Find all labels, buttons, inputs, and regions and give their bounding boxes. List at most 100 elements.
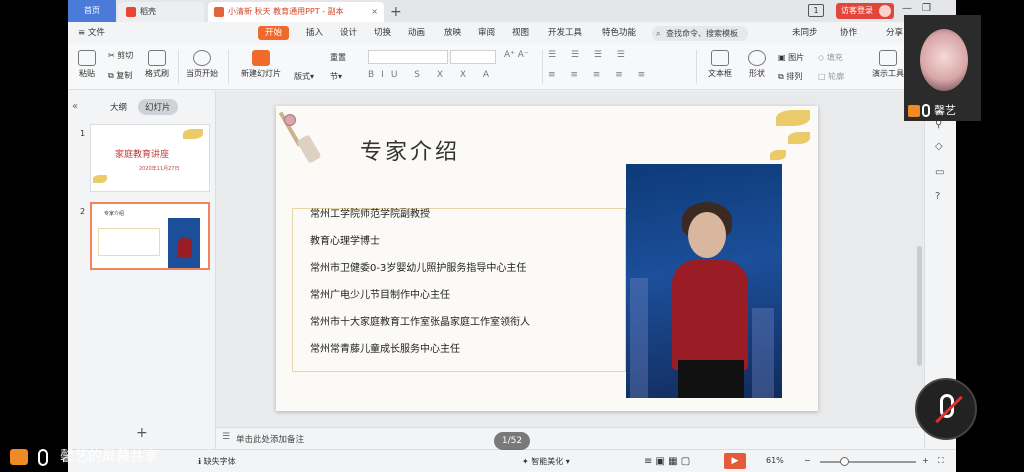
add-slide-button[interactable]: + (136, 425, 148, 441)
collapse-panel-icon[interactable]: « (72, 101, 78, 112)
fit-window-icon[interactable]: ⛶ (938, 456, 944, 466)
zoom-level[interactable]: 61% (766, 456, 784, 465)
mute-toggle-button[interactable] (915, 378, 977, 440)
section-dropdown[interactable]: 节▾ (330, 71, 342, 82)
format-painter-button[interactable]: 格式刷 (142, 50, 172, 79)
minimize-button[interactable]: — (902, 3, 912, 14)
menu-file[interactable]: ≡ 文件 (78, 26, 105, 40)
thumbnail-date: 2020年11月27日 (139, 166, 180, 172)
person-icon (908, 105, 920, 117)
format-painter-label: 格式刷 (145, 69, 169, 78)
arrange-button[interactable]: ⧉ 排列 (778, 71, 802, 82)
paragraph-align-icons[interactable]: ≡ ≡ ≡ ≡ ≡ (548, 70, 651, 80)
new-slide-button[interactable]: 新建幻灯片 (236, 50, 286, 79)
tab-home[interactable]: 首页 (68, 0, 116, 22)
wps-presentation-window: 首页 稻壳 小清新 秋天 教育通用PPT - 副本 × + 1 访客登录 — ❐… (68, 0, 956, 472)
menu-special[interactable]: 特色功能 (602, 26, 636, 40)
missing-font-button[interactable]: ℹ 缺失字体 (198, 456, 236, 467)
textbox-button[interactable]: 文本框 (702, 50, 738, 79)
tab-document[interactable]: 小清新 秋天 教育通用PPT - 副本 × (208, 2, 384, 22)
menu-insert[interactable]: 插入 (306, 26, 323, 40)
zoom-in-icon[interactable]: + (922, 456, 929, 465)
bio-line: 常州市十大家庭教育工作室张晶家庭工作室领衔人 (310, 317, 530, 328)
arrange-label: 排列 (786, 72, 803, 81)
play-from-current-label: 当页开始 (186, 69, 218, 78)
menu-design[interactable]: 设计 (340, 26, 357, 40)
photo-background-building (752, 308, 774, 398)
search-placeholder: 查找命令、搜索模板 (666, 29, 738, 38)
play-icon (193, 50, 211, 66)
slide-number: 2 (80, 207, 86, 216)
tab-daoke[interactable]: 稻壳 (118, 2, 204, 22)
copy-button[interactable]: ⧉ 复制 (108, 70, 132, 81)
layout-dropdown[interactable]: 版式▾ (294, 71, 314, 82)
cut-button[interactable]: ✂ 剪切 (108, 50, 133, 61)
menu-developer[interactable]: 开发工具 (548, 26, 582, 40)
participant-video-tile[interactable]: 馨艺 (904, 15, 981, 121)
reset-button[interactable]: 重置 (330, 52, 346, 63)
notes-pane[interactable]: ☰ 单击此处添加备注 (216, 427, 924, 449)
smart-beautify-button[interactable]: ✦ 智能美化 ▾ (522, 456, 570, 467)
slide-switch-icon[interactable]: ▭ (935, 167, 944, 178)
expert-photo[interactable] (626, 164, 782, 398)
zoom-slider-handle[interactable] (840, 457, 849, 466)
guest-login-button[interactable]: 访客登录 (836, 3, 894, 19)
avatar-icon (879, 5, 891, 17)
picture-button[interactable]: ▣ 图片 (778, 52, 804, 63)
font-family-select[interactable] (368, 50, 448, 64)
new-slide-label: 新建幻灯片 (241, 69, 281, 78)
menu-transition[interactable]: 切换 (374, 26, 391, 40)
screen-share-label: 馨艺的屏幕共享 (4, 444, 158, 470)
restore-button[interactable]: ❐ (922, 3, 931, 14)
copy-label: 复制 (116, 71, 133, 80)
tab-slides[interactable]: 幻灯片 (138, 99, 178, 115)
menu-animation[interactable]: 动画 (408, 26, 425, 40)
slide-thumbnail-1[interactable]: 家庭教育讲座 2020年11月27日 (90, 124, 210, 192)
tab-outline[interactable]: 大纲 (110, 101, 127, 113)
screen: 首页 稻壳 小清新 秋天 教育通用PPT - 副本 × + 1 访客登录 — ❐… (0, 0, 1024, 472)
share-button[interactable]: 分享 (886, 26, 903, 40)
text-format-icons[interactable]: BIU S X X A (368, 70, 496, 80)
list-format-icons[interactable]: ☰ ☰ ☰ ☰ (548, 50, 631, 60)
menu-review[interactable]: 审阅 (478, 26, 495, 40)
zoom-out-icon[interactable]: − (804, 456, 811, 465)
thumbnail-title: 家庭教育讲座 (115, 150, 170, 160)
textbox-label: 文本框 (708, 69, 732, 78)
shape-button[interactable]: 形状 (742, 50, 772, 79)
outline-button[interactable]: □ 轮廓 (818, 71, 844, 82)
collab-button[interactable]: 协作 (840, 26, 857, 40)
unsync-status[interactable]: 未同步 (792, 26, 818, 40)
play-from-current-button[interactable]: 当页开始 (182, 50, 222, 79)
smart-beautify-label: 智能美化 (531, 457, 564, 466)
slide-title[interactable]: 专家介绍 (360, 134, 460, 166)
paste-label: 粘贴 (79, 69, 95, 78)
grow-font-icon[interactable]: A⁺ A⁻ (504, 50, 529, 60)
command-search-input[interactable]: ⌕ 查找命令、搜索模板 (652, 26, 748, 41)
slideshow-play-button[interactable]: ▶ (724, 453, 746, 469)
menu-start[interactable]: 开始 (258, 26, 290, 40)
help-icon[interactable]: ? (935, 191, 940, 202)
presentation-tools-button[interactable]: 演示工具 (868, 50, 908, 79)
slide-2[interactable]: 专家介绍 常州工学院师范学院副教授 教育心理学博士 常州市卫健委0-3岁婴幼儿照… (276, 106, 818, 411)
close-tab-icon[interactable]: × (371, 2, 378, 22)
reset-label: 重置 (330, 53, 346, 62)
notes-icon: ☰ (222, 432, 231, 442)
paste-button[interactable]: 粘贴 (74, 50, 100, 79)
zoom-slider[interactable] (820, 461, 916, 463)
decorative-leaf (93, 175, 107, 183)
view-mode-icons[interactable]: ≡ ▣ ▦ ▢ (644, 456, 690, 467)
slide-thumbnail-2[interactable]: 专家介绍 (90, 202, 210, 270)
shape-label: 形状 (749, 69, 765, 78)
microphone-icon (922, 104, 930, 117)
window-count-badge[interactable]: 1 (808, 4, 824, 17)
property-icon[interactable]: ◇ (935, 141, 943, 152)
fill-button[interactable]: ◇ 填充 (818, 52, 843, 63)
menu-view[interactable]: 视图 (512, 26, 529, 40)
new-tab-button[interactable]: + (390, 2, 404, 22)
microphone-icon (38, 449, 48, 466)
font-size-select[interactable] (450, 50, 496, 64)
bio-line: 常州广电少儿节目制作中心主任 (310, 290, 450, 301)
vertical-scrollbar[interactable] (917, 246, 922, 366)
menu-slideshow[interactable]: 放映 (444, 26, 461, 40)
slide-number: 1 (80, 129, 86, 138)
